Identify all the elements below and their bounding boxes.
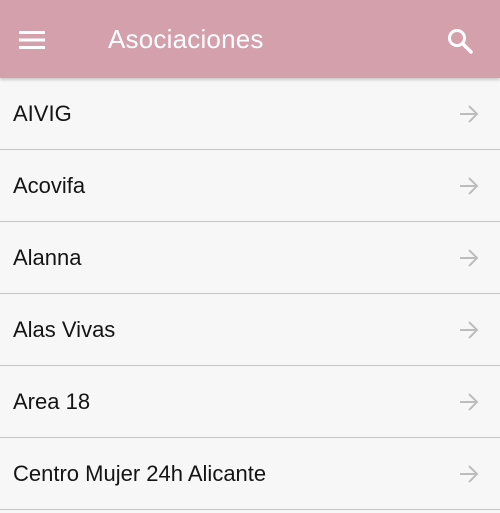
list-item[interactable]: Acovifa xyxy=(0,150,500,222)
list-item-label: AIVIG xyxy=(13,101,72,126)
list-item[interactable]: Alas Vivas xyxy=(0,294,500,366)
list-item-label: Area 18 xyxy=(13,389,91,414)
arrow-right-icon xyxy=(460,465,479,483)
list-item-label: Acovifa xyxy=(13,173,86,198)
list-item[interactable]: Alanna xyxy=(0,222,500,294)
list-item[interactable]: Centro Mujer 24h Alicante xyxy=(0,438,500,510)
app-bar: Asociaciones xyxy=(0,0,500,78)
menu-button[interactable] xyxy=(12,23,52,57)
search-button[interactable] xyxy=(442,23,478,59)
list-item-label: Alas Vivas xyxy=(13,317,116,342)
arrow-right-icon xyxy=(460,177,479,195)
arrow-right-icon xyxy=(460,321,479,339)
list-item-label: Centro Mujer 24h Alicante xyxy=(13,461,267,486)
list-item[interactable]: Area 18 xyxy=(0,366,500,438)
list-item[interactable]: AIVIG xyxy=(0,78,500,150)
page-title: Asociaciones xyxy=(108,24,264,54)
arrow-right-icon xyxy=(460,105,479,123)
search-icon xyxy=(448,29,473,54)
menu-icon xyxy=(19,31,45,49)
arrow-right-icon xyxy=(460,249,479,267)
list-item-label: Alanna xyxy=(13,245,82,270)
arrow-right-icon xyxy=(460,393,479,411)
associations-list: AIVIG Acovifa Alanna Alas Vivas Area 18 xyxy=(0,78,500,510)
